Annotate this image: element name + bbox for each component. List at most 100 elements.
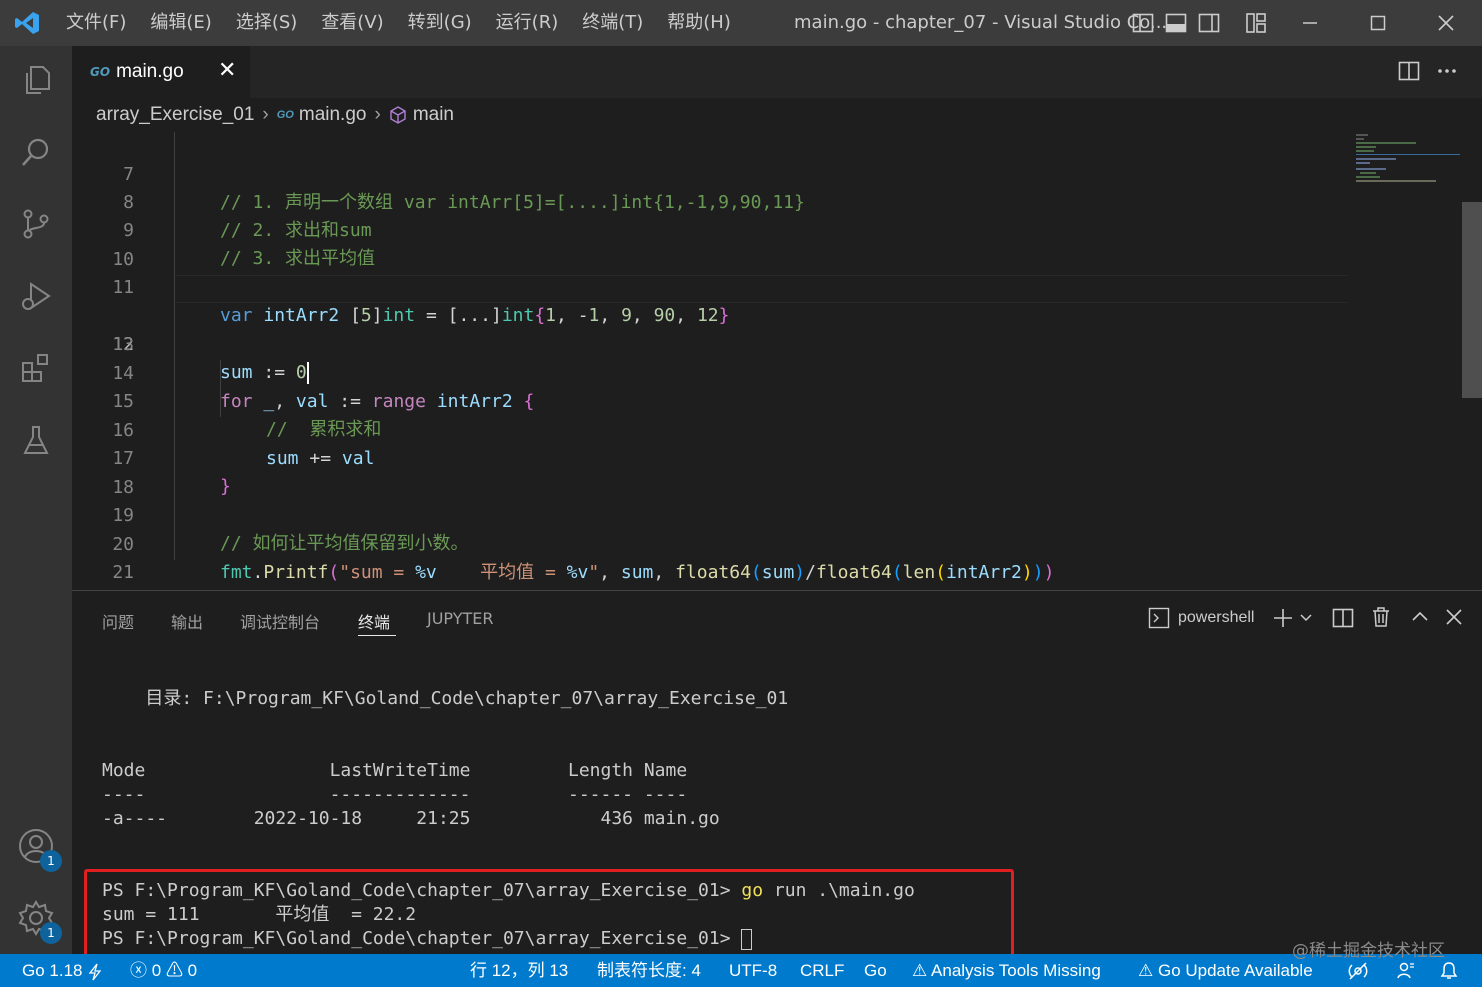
status-update-label: Go Update Available [1157, 961, 1313, 980]
notifications-bell-icon[interactable] [1440, 961, 1458, 981]
title-bar: 文件(F) 编辑(E) 选择(S) 查看(V) 转到(G) 运行(R) 终端(T… [0, 0, 1482, 46]
breadcrumb: array_Exercise_01 › GO main.go › main [72, 98, 1482, 132]
status-eol[interactable]: CRLF [800, 954, 844, 987]
tab-close-icon[interactable]: ✕ [218, 59, 236, 83]
terminal-list-rule: ---- ------------- ------ ---- [102, 784, 688, 805]
tab-debug-console[interactable]: 调试控制台 [240, 609, 320, 633]
settings-gear-icon[interactable]: 1 [14, 896, 62, 944]
code-line: 20 fmt.Printf("sum = %v 平均值 = %v", sum, … [72, 503, 1462, 583]
warning-icon: ⚠ [1138, 961, 1158, 980]
minimize-button[interactable] [1278, 0, 1342, 46]
status-go-update[interactable]: ⚠ Go Update Available [1138, 954, 1313, 987]
tab-terminal[interactable]: 终端 [358, 609, 390, 633]
code-line: 16 sum += val [72, 389, 1462, 469]
no-broadcast-icon[interactable] [1348, 961, 1368, 981]
maximize-panel-chevron-up-icon[interactable] [1410, 607, 1430, 631]
active-tab-indicator [358, 635, 396, 636]
breadcrumb-symbol[interactable]: main [413, 104, 454, 126]
status-bar: Go 1.18 ⓧ 0 ⚠ 0 行 12，列 13 制表符长度: 4 UTF-8… [0, 954, 1482, 987]
menu-go[interactable]: 转到(G) [396, 0, 484, 46]
kill-terminal-trash-icon[interactable] [1370, 606, 1392, 632]
editor-scrollbar[interactable] [1462, 132, 1482, 590]
terminal-shell-label[interactable]: powershell [1178, 609, 1254, 627]
new-terminal-icon[interactable] [1272, 607, 1294, 633]
tab-output[interactable]: 输出 [171, 609, 203, 633]
go-file-icon: GO [90, 65, 111, 79]
menu-selection[interactable]: 选择(S) [224, 0, 309, 46]
window-title: main.go - chapter_07 - Visual Studio Co.… [794, 12, 1168, 33]
symbol-method-icon [389, 106, 407, 124]
status-analysis-label: Analysis Tools Missing [931, 961, 1101, 980]
lightning-icon[interactable] [88, 954, 102, 987]
breadcrumb-file[interactable]: main.go [299, 104, 367, 126]
code-line: 10 [72, 218, 1462, 270]
explorer-icon[interactable] [14, 58, 58, 102]
toggle-primary-sidebar-icon[interactable] [1132, 12, 1154, 34]
code-line: 17 } [72, 417, 1462, 497]
error-icon: ⓧ [130, 961, 147, 980]
source-control-icon[interactable] [14, 202, 58, 246]
tab-main-go[interactable]: GO main.go ✕ [72, 46, 250, 98]
go-file-icon: GO [276, 109, 294, 121]
status-cursor-position[interactable]: 行 12，列 13 [470, 954, 568, 987]
status-language[interactable]: Go [864, 954, 887, 987]
more-actions-icon[interactable] [1436, 60, 1458, 86]
maximize-button[interactable] [1346, 0, 1410, 46]
menu-bar: 文件(F) 编辑(E) 选择(S) 查看(V) 转到(G) 运行(R) 终端(T… [54, 0, 743, 46]
code-editor[interactable]: 7 // 1. 声明一个数组 var intArr[5]=[....]int{1… [72, 132, 1462, 590]
accounts-icon[interactable]: 1 [14, 824, 62, 872]
error-count: 0 [151, 961, 162, 980]
search-icon[interactable] [14, 130, 58, 174]
editor-tab-bar: GO main.go ✕ [72, 46, 1482, 98]
code-line-active: 12 sum := 0 [72, 275, 1462, 384]
minimap[interactable] [1352, 132, 1462, 192]
menu-help[interactable]: 帮助(H) [655, 0, 743, 46]
code-line: 15 // 累积求和 [72, 360, 1462, 440]
tab-label: main.go [116, 61, 184, 82]
toggle-secondary-sidebar-icon[interactable] [1198, 12, 1220, 34]
extensions-icon[interactable] [14, 346, 58, 390]
feedback-icon[interactable] [1396, 961, 1416, 981]
testing-icon[interactable] [14, 418, 58, 462]
toggle-panel-icon[interactable] [1165, 12, 1187, 34]
close-panel-icon[interactable] [1444, 607, 1464, 631]
terminal-file-row: -a---- 2022-10-18 21:25 436 main.go [102, 808, 720, 829]
status-problems[interactable]: ⓧ 0 ⚠ 0 [130, 954, 197, 987]
customize-layout-icon[interactable] [1245, 12, 1267, 34]
menu-terminal[interactable]: 终端(T) [570, 0, 655, 46]
code-line: 22 } [72, 560, 1462, 588]
code-line: 14 for _, val := range intArr2 { [72, 332, 1462, 412]
vscode-logo-icon [0, 0, 54, 46]
scrollbar-thumb[interactable] [1462, 202, 1482, 398]
watermark: @稀土掘金技术社区 [1292, 941, 1445, 961]
activity-bar: 1 1 [0, 46, 72, 954]
status-analysis-tools[interactable]: ⚠ Analysis Tools Missing [912, 954, 1101, 987]
run-debug-icon[interactable] [14, 274, 58, 318]
close-window-button[interactable] [1414, 0, 1478, 46]
status-tab-size[interactable]: 制表符长度: 4 [597, 954, 701, 987]
code-line: 19 // 如何让平均值保留到小数。 [72, 474, 1462, 554]
menu-run[interactable]: 运行(R) [484, 0, 571, 46]
tab-jupyter[interactable]: JUPYTER [427, 609, 494, 628]
code-line: 7 // 1. 声明一个数组 var intArr[5]=[....]int{1… [72, 133, 1462, 213]
status-go-version[interactable]: Go 1.18 [22, 954, 83, 987]
current-line-highlight [176, 275, 1348, 303]
menu-view[interactable]: 查看(V) [309, 0, 395, 46]
split-editor-icon[interactable] [1398, 60, 1420, 86]
menu-edit[interactable]: 编辑(E) [138, 0, 223, 46]
code-line: 13 [72, 303, 1462, 355]
menu-file[interactable]: 文件(F) [54, 0, 138, 46]
warning-icon: ⚠ [165, 961, 183, 980]
chevron-right-icon: › [262, 104, 269, 125]
terminal-list-header: Mode LastWriteTime Length Name [102, 760, 688, 781]
tab-problems[interactable]: 问题 [102, 609, 134, 633]
terminal-icon [1148, 607, 1170, 633]
code-line: 9 // 3. 求出平均值 [72, 189, 1462, 269]
terminal-directory-line: 目录: F:\Program_KF\Goland_Code\chapter_07… [102, 688, 789, 709]
code-line: 21 [72, 531, 1462, 583]
breadcrumb-folder[interactable]: array_Exercise_01 [96, 104, 254, 126]
warning-icon: ⚠ [912, 961, 932, 980]
split-terminal-icon[interactable] [1332, 607, 1354, 633]
chevron-down-icon[interactable] [1298, 609, 1314, 629]
status-encoding[interactable]: UTF-8 [729, 954, 777, 987]
